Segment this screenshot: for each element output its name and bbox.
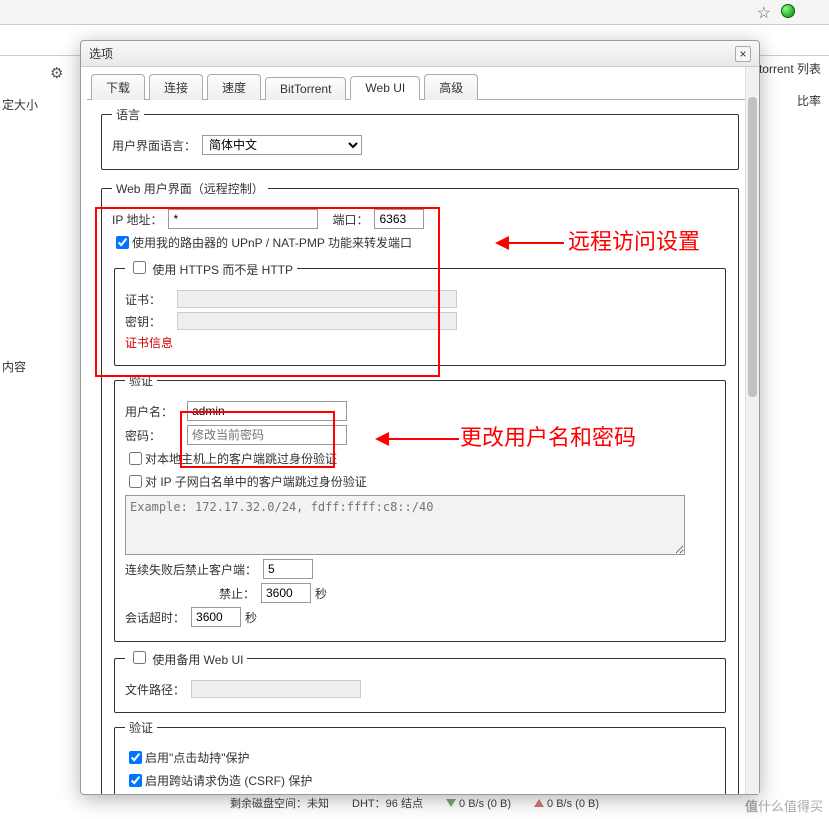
label-alt-path: 文件路径：: [125, 681, 185, 698]
dialog-body: 下载 连接 速度 BitTorrent Web UI 高级 语言 用户界面语言：…: [81, 67, 759, 794]
legend-language: 语言: [112, 106, 144, 123]
label-session-timeout: 会话超时：: [125, 609, 185, 626]
gear-icon[interactable]: ⚙: [50, 65, 63, 82]
input-alt-path[interactable]: [191, 680, 361, 698]
label-ban-seconds: 秒: [315, 585, 327, 602]
label-upnp: 使用我的路由器的 UPnP / NAT-PMP 功能来转发端口: [132, 234, 412, 251]
checkbox-alt-webui[interactable]: [133, 651, 146, 664]
status-bar: 剩余磁盘空间：未知 DHT：96 结点 0 B/s (0 B) 0 B/s (0…: [0, 795, 829, 811]
label-password: 密码：: [125, 427, 181, 444]
tab-advanced[interactable]: 高级: [424, 74, 478, 100]
star-icon[interactable]: ☆: [757, 3, 771, 23]
legend-webui: Web 用户界面（远程控制）: [112, 180, 268, 197]
input-cert[interactable]: [177, 290, 457, 308]
upload-icon: [534, 799, 544, 807]
download-icon: [446, 799, 456, 807]
label-bypass-subnet: 对 IP 子网白名单中的客户端跳过身份验证: [145, 473, 367, 490]
tab-speed[interactable]: 速度: [207, 74, 261, 100]
input-ban-after[interactable]: [263, 559, 313, 579]
checkbox-bypass-subnet[interactable]: [129, 475, 142, 488]
checkbox-upnp[interactable]: [116, 236, 129, 249]
bg-size: 定大小: [0, 92, 40, 117]
legend-auth: 验证: [125, 372, 157, 389]
legend-alt-webui: 使用备用 Web UI: [125, 648, 247, 668]
label-ban-for: 禁止：: [125, 585, 255, 602]
input-port[interactable]: [374, 209, 424, 229]
label-ui-language: 用户界面语言：: [112, 137, 196, 154]
checkbox-clickjacking[interactable]: [129, 751, 142, 764]
fieldset-language: 语言 用户界面语言： 简体中文: [101, 106, 739, 170]
label-ban-after: 连续失败后禁止客户端：: [125, 561, 257, 578]
status-dn: 0 B/s (0 B): [446, 798, 511, 810]
legend-https: 使用 HTTPS 而不是 HTTP: [125, 258, 297, 278]
fieldset-alt-webui: 使用备用 Web UI 文件路径：: [114, 648, 726, 713]
legend-security: 验证: [125, 719, 157, 736]
fieldset-webui: Web 用户界面（远程控制） IP 地址： 端口： 使用我的路由器的 UPnP …: [101, 180, 739, 794]
tab-bittorrent[interactable]: BitTorrent: [265, 77, 346, 100]
input-username[interactable]: [187, 401, 347, 421]
input-ip[interactable]: [168, 209, 318, 229]
input-key[interactable]: [177, 312, 457, 330]
dialog-header[interactable]: 选项 ×: [81, 41, 759, 67]
dialog-title: 选项: [89, 45, 113, 62]
tab-connection[interactable]: 连接: [149, 74, 203, 100]
label-cert: 证书：: [125, 291, 171, 308]
tabs: 下载 连接 速度 BitTorrent Web UI 高级: [87, 73, 753, 100]
label-session-seconds: 秒: [245, 609, 257, 626]
checkbox-csrf[interactable]: [129, 774, 142, 787]
input-password[interactable]: [187, 425, 347, 445]
close-icon[interactable]: ×: [735, 46, 751, 62]
scrollbar-thumb[interactable]: [748, 97, 757, 397]
label-ip: IP 地址：: [112, 211, 162, 228]
link-cert-info[interactable]: 证书信息: [125, 334, 173, 351]
fieldset-security: 验证 启用"点击劫持"保护 启用跨站请求伪造 (CSRF) 保护: [114, 719, 726, 794]
idm-icon[interactable]: [781, 4, 795, 18]
label-username: 用户名：: [125, 403, 181, 420]
tab-webui[interactable]: Web UI: [350, 76, 420, 100]
watermark: 值什么值得买: [745, 796, 823, 815]
bg-ratio: 比率: [797, 92, 821, 109]
textarea-subnet-whitelist[interactable]: [125, 495, 685, 555]
dialog-scrollbar[interactable]: [745, 67, 759, 794]
select-ui-language[interactable]: 简体中文: [202, 135, 362, 155]
label-csrf: 启用跨站请求伪造 (CSRF) 保护: [145, 772, 312, 789]
status-up: 0 B/s (0 B): [534, 798, 599, 810]
browser-chrome: ☆: [0, 0, 829, 25]
fieldset-auth: 验证 用户名： 密码： 对本地主机上的客户端跳过身份验证 对 IP 子网白名单中…: [114, 372, 726, 642]
status-dht: DHT：96 结点: [352, 795, 423, 811]
bg-content-tab: 内容: [0, 354, 28, 379]
label-port: 端口：: [332, 211, 368, 228]
fieldset-https: 使用 HTTPS 而不是 HTTP 证书： 密钥： 证书信息: [114, 258, 726, 366]
input-ban-for[interactable]: [261, 583, 311, 603]
status-disk: 剩余磁盘空间：未知: [230, 795, 329, 811]
label-bypass-local: 对本地主机上的客户端跳过身份验证: [145, 450, 337, 467]
input-session-timeout[interactable]: [191, 607, 241, 627]
options-dialog: 选项 × 下载 连接 速度 BitTorrent Web UI 高级 语言 用户…: [80, 40, 760, 795]
checkbox-https[interactable]: [133, 261, 146, 274]
label-clickjacking: 启用"点击劫持"保护: [145, 749, 250, 766]
label-key: 密钥：: [125, 313, 171, 330]
tab-download[interactable]: 下载: [91, 74, 145, 100]
checkbox-bypass-local[interactable]: [129, 452, 142, 465]
